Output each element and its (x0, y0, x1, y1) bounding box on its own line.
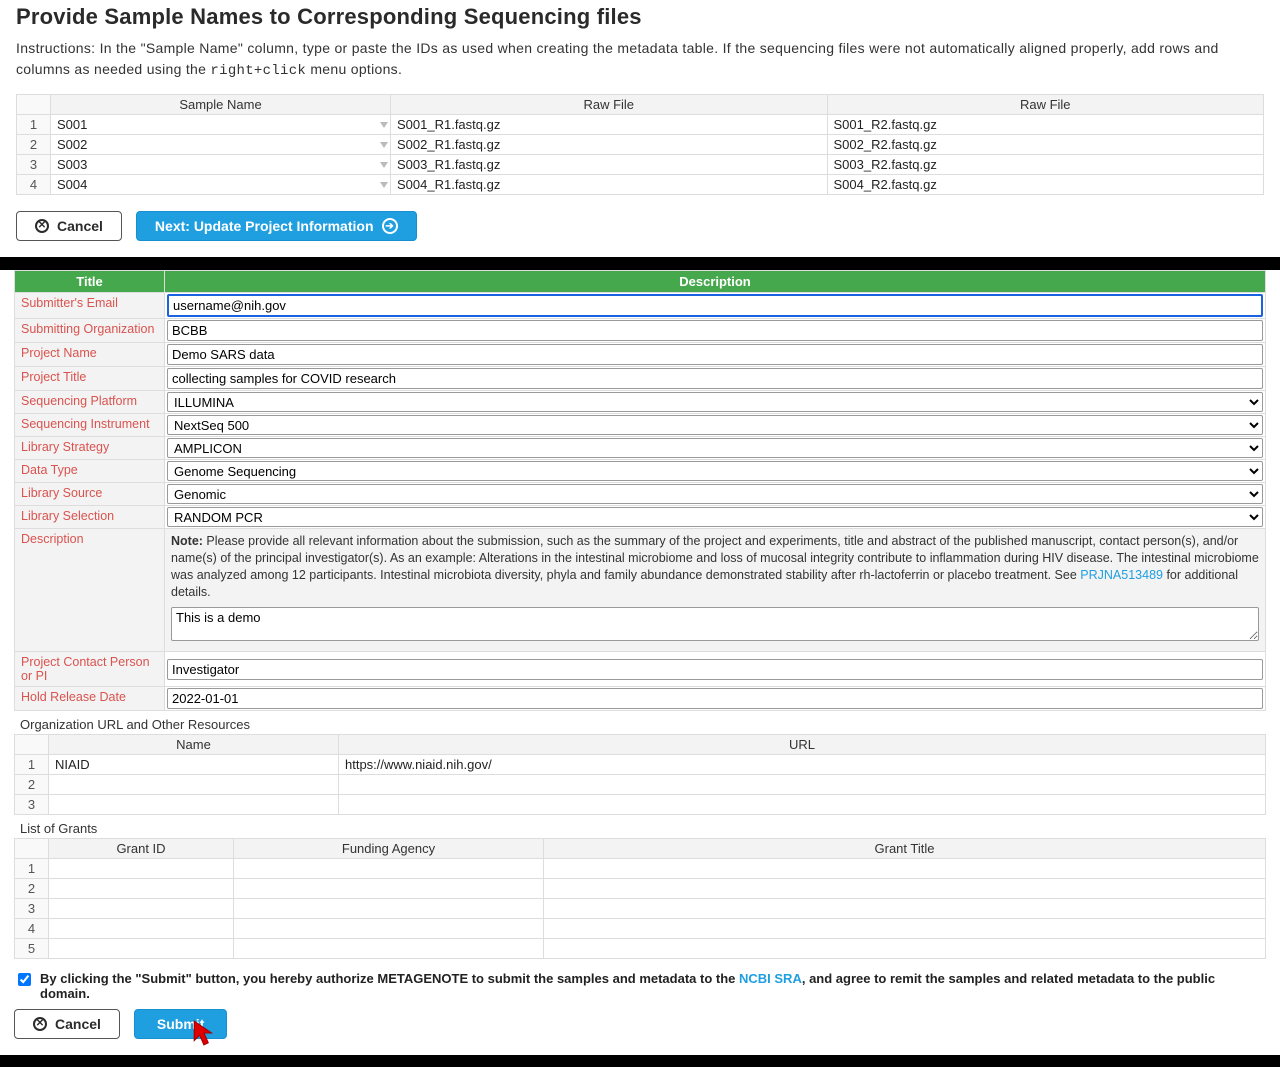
label-dtype: Data Type (15, 460, 165, 483)
instructions: Instructions: In the "Sample Name" colum… (16, 38, 1264, 82)
project-form: Title Description Submitter's Email Subm… (14, 270, 1266, 711)
cancel-button-2[interactable]: ✕ Cancel (14, 1009, 120, 1039)
next-label: Next: Update Project Information (155, 218, 374, 234)
close-icon: ✕ (33, 1017, 47, 1031)
label-hold: Hold Release Date (15, 687, 165, 711)
platform-select[interactable]: ILLUMINA (167, 392, 1263, 412)
col-raw1: Raw File (391, 95, 828, 115)
ncbi-sra-link[interactable]: NCBI SRA (739, 971, 802, 986)
drag-handle-icon[interactable] (380, 142, 388, 148)
head-title: Title (15, 271, 165, 293)
table-row[interactable]: 1 (15, 859, 1266, 879)
col-sample: Sample Name (51, 95, 391, 115)
label-platform: Sequencing Platform (15, 391, 165, 414)
org-resources-heading: Organization URL and Other Resources (20, 717, 1266, 732)
table-row[interactable]: 1NIAIDhttps://www.niaid.nih.gov/ (15, 755, 1266, 775)
table-row[interactable]: 3 (15, 899, 1266, 919)
table-row[interactable]: 3 (15, 795, 1266, 815)
source-select[interactable]: Genomic (167, 484, 1263, 504)
submit-button[interactable]: Submit (134, 1009, 227, 1039)
selection-select[interactable]: RANDOM PCR (167, 507, 1263, 527)
instructions-code: right+click (210, 63, 306, 79)
table-row[interactable]: 1 S001 S001_R1.fastq.gz S001_R2.fastq.gz (17, 115, 1264, 135)
cancel-label: Cancel (57, 218, 103, 234)
org-field[interactable] (167, 320, 1263, 341)
label-pname: Project Name (15, 343, 165, 367)
submit-label: Submit (157, 1016, 204, 1032)
description-note: Note: Please provide all relevant inform… (165, 529, 1265, 651)
col-raw2: Raw File (827, 95, 1264, 115)
label-ptitle: Project Title (15, 367, 165, 391)
label-selection: Library Selection (15, 506, 165, 529)
arrow-right-icon: ➔ (382, 218, 398, 234)
email-field[interactable] (167, 294, 1263, 317)
table-row[interactable]: 2 (15, 775, 1266, 795)
strategy-select[interactable]: AMPLICON (167, 438, 1263, 458)
grants-heading: List of Grants (20, 821, 1266, 836)
divider (0, 257, 1280, 270)
next-button[interactable]: Next: Update Project Information ➔ (136, 211, 417, 241)
label-source: Library Source (15, 483, 165, 506)
hold-date-field[interactable] (167, 688, 1263, 709)
head-desc: Description (165, 271, 1266, 293)
table-row[interactable]: 5 (15, 939, 1266, 959)
description-textarea[interactable]: This is a demo (171, 607, 1259, 641)
authorize-pre: By clicking the "Submit" button, you her… (40, 971, 739, 986)
cancel-label-2: Cancel (55, 1016, 101, 1032)
cancel-button[interactable]: ✕ Cancel (16, 211, 122, 241)
table-row[interactable]: 2 S002 S002_R1.fastq.gz S002_R2.fastq.gz (17, 135, 1264, 155)
drag-handle-icon[interactable] (380, 182, 388, 188)
project-title-field[interactable] (167, 368, 1263, 389)
table-row[interactable]: 4 (15, 919, 1266, 939)
page-title: Provide Sample Names to Corresponding Se… (16, 4, 1264, 30)
close-icon: ✕ (35, 219, 49, 233)
label-instrument: Sequencing Instrument (15, 414, 165, 437)
sample-table[interactable]: Sample Name Raw File Raw File 1 S001 S00… (16, 94, 1264, 195)
table-row[interactable]: 3 S003 S003_R1.fastq.gz S003_R2.fastq.gz (17, 155, 1264, 175)
authorize-row: By clicking the "Submit" button, you her… (14, 971, 1266, 1001)
label-org: Submitting Organization (15, 319, 165, 343)
project-name-field[interactable] (167, 344, 1263, 365)
instructions-post: menu options. (306, 61, 402, 77)
grants-table[interactable]: Grant ID Funding Agency Grant Title 1 2 … (14, 838, 1266, 959)
label-strategy: Library Strategy (15, 437, 165, 460)
datatype-select[interactable]: Genome Sequencing (167, 461, 1263, 481)
drag-handle-icon[interactable] (380, 162, 388, 168)
authorize-checkbox[interactable] (18, 973, 31, 986)
table-row[interactable]: 4 S004 S004_R1.fastq.gz S004_R2.fastq.gz (17, 175, 1264, 195)
instructions-pre: Instructions: In the "Sample Name" colum… (16, 40, 1219, 77)
drag-handle-icon[interactable] (380, 122, 388, 128)
prjna-link[interactable]: PRJNA513489 (1080, 568, 1163, 582)
table-row[interactable]: 2 (15, 879, 1266, 899)
label-desc: Description (15, 529, 165, 652)
contact-field[interactable] (167, 659, 1263, 680)
label-email: Submitter's Email (15, 293, 165, 319)
divider (0, 1055, 1280, 1067)
instrument-select[interactable]: NextSeq 500 (167, 415, 1263, 435)
org-table[interactable]: Name URL 1NIAIDhttps://www.niaid.nih.gov… (14, 734, 1266, 815)
label-contact: Project Contact Person or PI (15, 652, 165, 687)
